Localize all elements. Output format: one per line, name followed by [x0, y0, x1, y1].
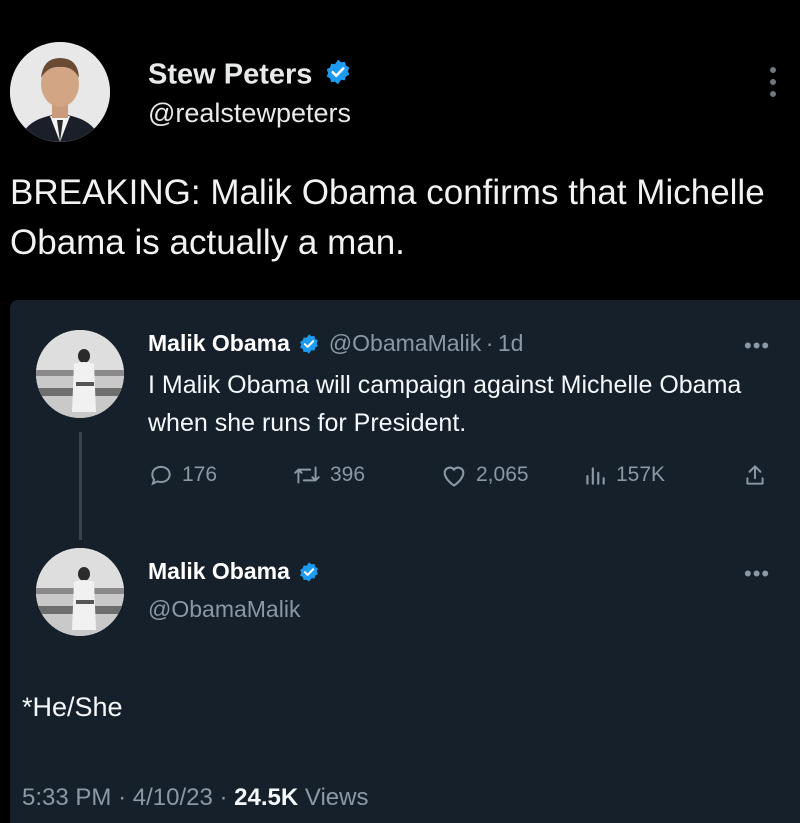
reply-tweet-text: I Malik Obama will campaign against Mich… [148, 371, 742, 437]
reply-icon [151, 465, 171, 486]
more-dots-icon[interactable] [766, 64, 780, 105]
more-dots-icon[interactable]: ••• [744, 561, 770, 587]
views-total: 24.5K [234, 784, 299, 811]
reply-count: 176 [182, 463, 218, 486]
retweet-count-button[interactable]: 396 [292, 462, 365, 488]
verified-badge-icon [298, 561, 320, 588]
share-button[interactable] [742, 462, 768, 488]
like-count: 2,065 [476, 463, 529, 486]
tweet-footer: 5:33 PM · 4/10/23 · 24.5K Views [22, 784, 368, 812]
separator-dot: · [485, 330, 494, 356]
main-display-name[interactable]: Malik Obama [148, 558, 290, 584]
outer-tweet-text: BREAKING: Malik Obama confirms that Mich… [10, 173, 765, 262]
views-count: 157K [616, 463, 666, 486]
stew-peters-avatar-icon [10, 42, 110, 142]
reply-handle[interactable]: @ObamaMalik [329, 330, 481, 356]
reply-display-name[interactable]: Malik Obama [148, 330, 290, 356]
outer-display-name-row[interactable]: Stew Peters [148, 58, 352, 94]
verified-badge-icon [298, 333, 320, 360]
views-count-button[interactable]: 157K [582, 462, 665, 488]
views-bar-icon [586, 467, 605, 485]
main-avatar[interactable] [36, 548, 124, 636]
share-icon [746, 465, 764, 485]
more-dots-icon[interactable]: ••• [744, 333, 770, 359]
main-display-name-row: Malik Obama [148, 558, 320, 588]
tweet-time[interactable]: 5:33 PM [22, 784, 111, 811]
main-tweet-text: *He/She [22, 692, 123, 722]
retweet-count: 396 [330, 463, 366, 486]
tweet-date[interactable]: 4/10/23 [133, 784, 213, 811]
outer-display-name[interactable]: Stew Peters [148, 59, 312, 91]
separator-dot: · [219, 784, 228, 811]
reply-avatar[interactable] [36, 330, 124, 418]
heart-icon [443, 466, 465, 487]
reply-count-button[interactable]: 176 [148, 462, 217, 488]
separator-dot: · [118, 784, 127, 811]
reply-time-ago[interactable]: 1d [498, 330, 524, 356]
main-handle[interactable]: @ObamaMalik [148, 596, 300, 623]
verified-badge-icon [324, 58, 352, 94]
like-count-button[interactable]: 2,065 [440, 462, 529, 488]
retweet-icon [294, 466, 320, 484]
outer-handle[interactable]: @realstewpeters [148, 98, 351, 129]
views-label: Views [304, 784, 369, 811]
reply-header: Malik Obama @ObamaMalik · 1d [148, 330, 523, 360]
malik-obama-avatar-icon [36, 330, 124, 418]
outer-avatar[interactable] [10, 42, 110, 142]
thread-connector-line [79, 432, 82, 540]
malik-obama-avatar-icon [36, 548, 124, 636]
